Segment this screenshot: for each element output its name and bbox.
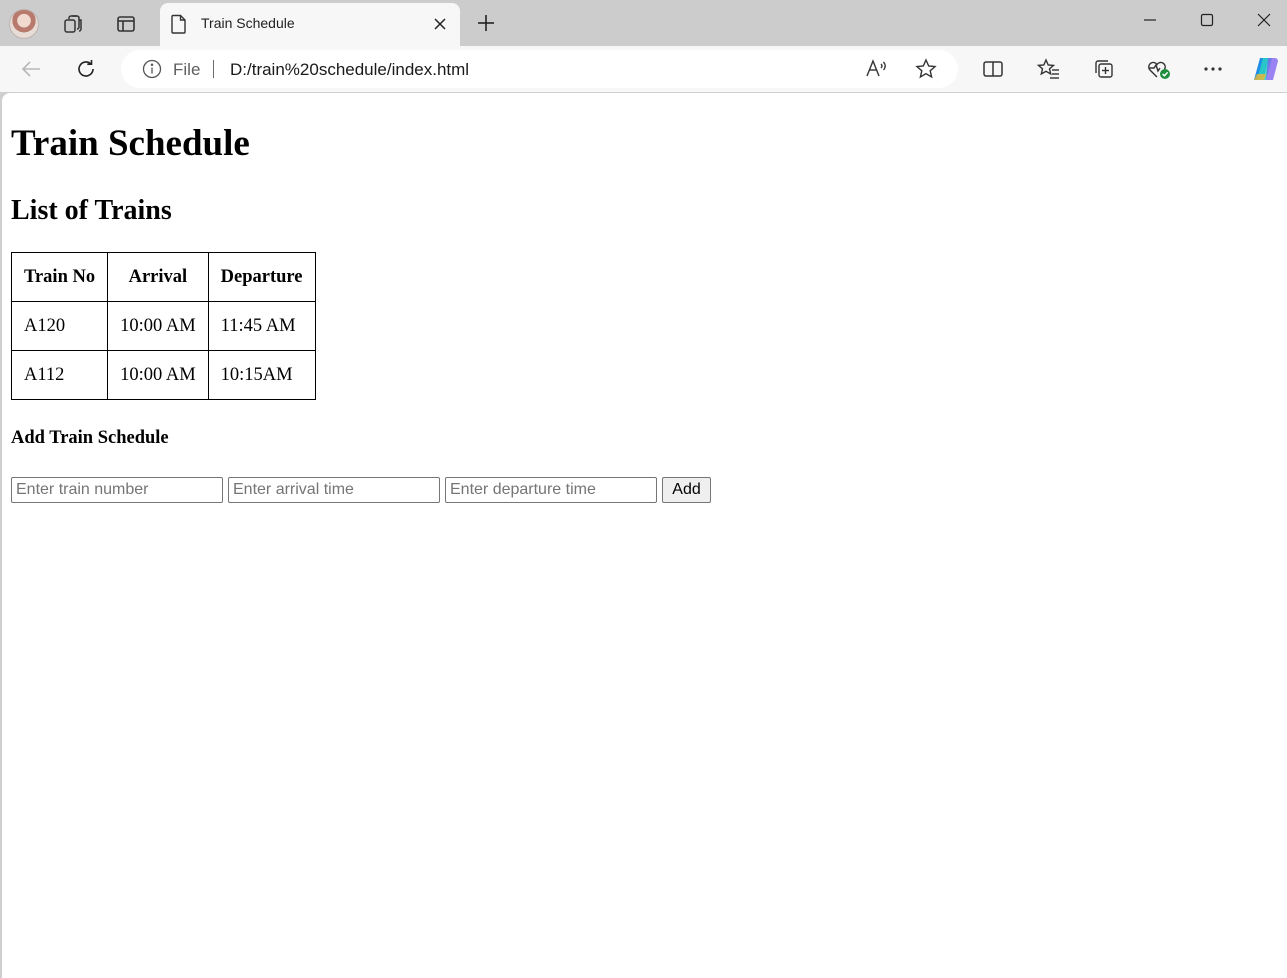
tab-title: Train Schedule — [201, 15, 295, 31]
cell-arrival: 10:00 AM — [107, 301, 209, 351]
address-bar[interactable]: File D:/train%20schedule/index.html — [121, 50, 958, 88]
train-table: Train No Arrival Departure A120 10:00 AM… — [10, 252, 316, 400]
window-close-icon[interactable] — [1249, 8, 1279, 32]
add-schedule-form: Add — [11, 477, 711, 503]
cell-arrival: 10:00 AM — [107, 350, 209, 400]
cell-departure: 10:15AM — [207, 350, 316, 400]
close-icon[interactable] — [430, 14, 450, 34]
page-viewport: Train Schedule List of Trains Train No A… — [2, 93, 1287, 978]
favorites-icon[interactable] — [1035, 55, 1063, 83]
address-separator — [213, 60, 214, 78]
maximize-icon[interactable] — [1192, 8, 1222, 32]
refresh-icon[interactable] — [72, 55, 100, 83]
url-text[interactable]: D:/train%20schedule/index.html — [230, 60, 469, 80]
table-header-row: Train No Arrival Departure — [10, 252, 316, 302]
more-icon[interactable] — [1199, 55, 1227, 83]
arrival-time-input[interactable] — [228, 477, 440, 503]
list-heading: List of Trains — [11, 195, 172, 226]
train-number-input[interactable] — [11, 477, 223, 503]
form-heading: Add Train Schedule — [11, 428, 169, 448]
page-icon — [170, 14, 188, 34]
collections-icon[interactable] — [1090, 55, 1118, 83]
plus-icon[interactable] — [474, 11, 498, 35]
info-icon[interactable] — [142, 59, 162, 79]
cell-train-no: A112 — [10, 350, 109, 400]
cell-departure: 11:45 AM — [207, 301, 316, 351]
browser-essentials-icon[interactable] — [1145, 55, 1173, 83]
favorite-star-icon[interactable] — [915, 58, 937, 80]
cell-train-no: A120 — [10, 301, 109, 351]
back-icon[interactable] — [17, 55, 45, 83]
table-row: A112 10:00 AM 10:15AM — [10, 350, 316, 400]
page-title: Train Schedule — [11, 123, 250, 164]
copilot-icon[interactable] — [1250, 54, 1282, 84]
header-train-no: Train No — [10, 252, 109, 302]
tab-strip: Train Schedule — [0, 0, 1287, 46]
header-departure: Departure — [207, 252, 316, 302]
add-button[interactable]: Add — [662, 477, 711, 503]
profile-avatar[interactable] — [9, 9, 39, 39]
browser-toolbar: File D:/train%20schedule/index.html — [0, 46, 1287, 92]
scheme-label: File — [173, 60, 201, 79]
minimize-icon[interactable] — [1135, 8, 1165, 32]
vertical-tabs-icon[interactable] — [114, 12, 138, 36]
split-screen-icon[interactable] — [979, 55, 1007, 83]
tab-train-schedule[interactable]: Train Schedule — [160, 3, 460, 46]
header-arrival: Arrival — [107, 252, 209, 302]
workspaces-icon[interactable] — [61, 12, 85, 36]
read-aloud-icon[interactable] — [865, 58, 889, 80]
table-row: A120 10:00 AM 11:45 AM — [10, 301, 316, 351]
departure-time-input[interactable] — [445, 477, 657, 503]
